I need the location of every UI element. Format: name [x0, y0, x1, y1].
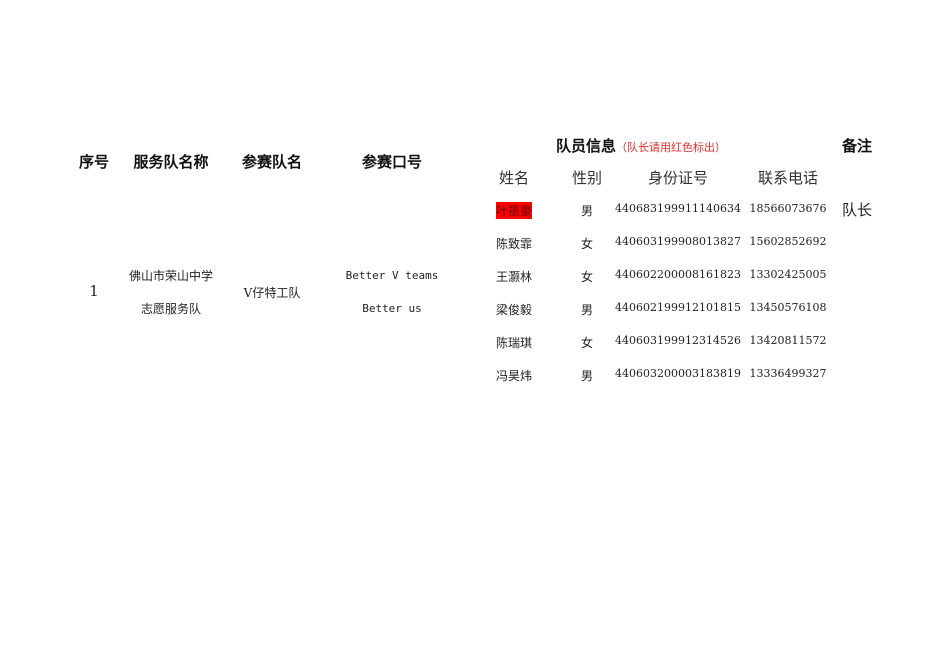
member-name: 梁俊毅: [495, 303, 533, 317]
member-gender: 男: [580, 369, 594, 383]
header-slogan: 参赛口号: [361, 153, 423, 171]
member-phone: 13450576108: [749, 301, 827, 314]
member-gender: 女: [580, 270, 594, 284]
member-name: 叶振豪: [495, 202, 533, 219]
team-name: V仔特工队: [243, 286, 301, 300]
member-name: 陈瑞琪: [495, 336, 533, 350]
member-id: 440603199912314526: [615, 334, 741, 347]
header-service-team: 服务队名称: [133, 153, 209, 171]
member-phone: 13302425005: [749, 268, 827, 281]
service-team-line2: 志愿服务队: [140, 302, 202, 316]
header-remark: 备注: [841, 137, 873, 155]
member-remark: 队长: [841, 201, 873, 219]
member-id: 440683199911140634: [615, 202, 741, 215]
member-phone: 18566073676: [749, 202, 827, 215]
registration-sheet: 序号 服务队名称 参赛队名 参赛口号 队员信息（队长请用红色标出） 备注 姓名 …: [0, 0, 950, 672]
service-team-line1: 佛山市荣山中学: [128, 269, 214, 283]
member-name: 陈致霏: [495, 237, 533, 251]
subheader-name: 姓名: [498, 169, 530, 187]
member-gender: 女: [580, 336, 594, 350]
subheader-phone: 联系电话: [757, 169, 819, 187]
member-phone: 13336499327: [749, 367, 827, 380]
slogan-line1: Better V teams: [345, 269, 439, 282]
member-id: 440603199908013827: [615, 235, 741, 248]
member-phone: 13420811572: [749, 334, 827, 347]
member-gender: 男: [580, 204, 594, 218]
subheader-gender: 性别: [571, 169, 603, 187]
header-team-name: 参赛队名: [241, 153, 303, 171]
member-name: 冯昊炜: [495, 369, 533, 383]
member-phone: 15602852692: [749, 235, 827, 248]
subheader-id: 身份证号: [647, 169, 709, 187]
member-gender: 女: [580, 237, 594, 251]
member-id: 440603200003183819: [615, 367, 741, 380]
member-gender: 男: [580, 303, 594, 317]
header-members-info: 队员信息（队长请用红色标出）: [556, 135, 726, 156]
member-id: 440602199912101815: [615, 301, 741, 314]
captain-note: （队长请用红色标出）: [616, 141, 727, 154]
member-name: 王灏林: [495, 270, 533, 284]
header-seq: 序号: [78, 153, 110, 171]
member-id: 440602200008161823: [615, 268, 741, 281]
slogan-line2: Better us: [362, 302, 422, 315]
members-info-label: 队员信息: [556, 137, 617, 155]
entry-seq: 1: [89, 282, 99, 300]
